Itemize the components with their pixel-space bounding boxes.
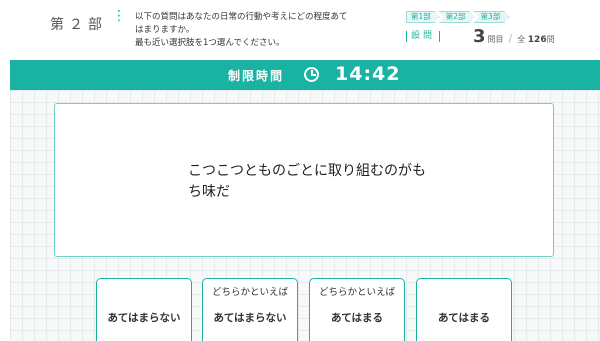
part-label: 第２部	[50, 17, 107, 33]
answer-main-label: あてはまらない	[107, 312, 181, 324]
progress-steps: 第1部 第2部 第3部	[406, 11, 508, 23]
question-counter: 3 問目 / 全 126問	[473, 26, 555, 47]
answer-option-3[interactable]: どちらかといえば あてはまる	[309, 278, 405, 341]
step-part-3: 第3部	[474, 11, 510, 23]
instruction-text: 以下の質問はあなたの日常の行動や考えにどの程度あて はまりますか。 最も近い選択…	[135, 11, 385, 50]
question-label: 設問	[406, 31, 441, 42]
total-prefix: 全	[517, 35, 526, 44]
current-question-suffix: 問目	[487, 35, 504, 44]
timer-value: 14:42	[335, 63, 401, 85]
clock-icon	[304, 67, 319, 82]
answer-main-label: あてはまらない	[213, 312, 287, 324]
instruction-line: 最も近い選択肢を1つ選んでください。	[135, 38, 285, 48]
answer-option-2[interactable]: どちらかといえば あてはまらない	[202, 278, 298, 341]
question-box: こつこつとものごとに取り組むのがもち味だ	[54, 103, 554, 257]
total-suffix: 問	[546, 35, 555, 44]
answer-sub-label: どちらかといえば	[211, 287, 288, 298]
instruction-line: はまりますか。	[135, 25, 195, 35]
answer-main-label: あてはまる	[330, 312, 384, 324]
part-separator: ⋮	[112, 8, 126, 24]
answer-sub-label: どちらかといえば	[318, 287, 395, 298]
step-part-2: 第2部	[439, 11, 475, 23]
instruction-line: 以下の質問はあなたの日常の行動や考えにどの程度あて	[135, 12, 348, 22]
counter-slash: /	[508, 32, 513, 45]
header: 第２部 ⋮ 以下の質問はあなたの日常の行動や考えにどの程度あて はまりますか。 …	[0, 0, 600, 60]
timer-label: 制限時間	[228, 69, 285, 83]
total-question-count: 126	[527, 35, 547, 45]
current-question-number: 3	[473, 26, 486, 47]
question-text: こつこつとものごとに取り組むのがもち味だ	[188, 163, 426, 200]
timer-bar: 制限時間 14:42	[10, 60, 600, 90]
step-part-1: 第1部	[406, 11, 440, 23]
answer-option-1[interactable]: あてはまらない	[96, 278, 192, 341]
answer-main-label: あてはまる	[437, 312, 491, 324]
answer-option-4[interactable]: あてはまる	[416, 278, 512, 341]
